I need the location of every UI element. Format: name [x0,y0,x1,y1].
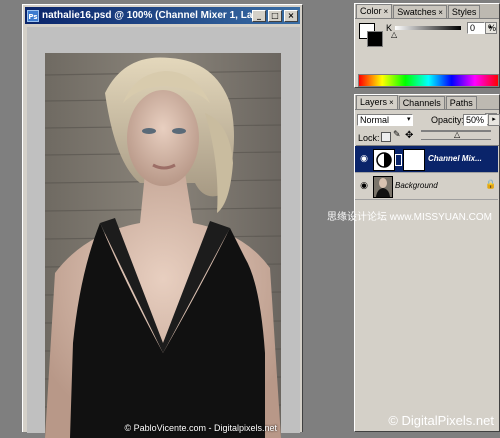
blend-mode-select[interactable]: Normal [357,114,413,126]
fill-slider[interactable] [421,139,491,140]
watermark: 思缘设计论坛 www.MISSYUAN.COM [326,212,492,223]
photoshop-doc-icon: Ps [27,9,39,22]
tab-channels[interactable]: Channels [398,96,445,109]
opacity-field[interactable]: 50% [463,114,487,126]
k-value-field[interactable]: 0 [467,22,485,34]
layer-thumb [373,176,393,198]
chevron-down-icon[interactable]: ▾ [407,115,411,123]
layers-panel: Layers× Channels Paths ▸ Normal ▾ Opacit… [354,94,500,432]
color-ramp[interactable] [358,74,499,87]
close-icon[interactable]: × [438,8,443,17]
opacity-arrow-icon[interactable]: ▸ [488,114,500,126]
adjustment-layer-thumb-icon [373,149,395,171]
visibility-eye-icon[interactable]: ◉ [357,179,371,193]
visibility-eye-icon[interactable]: ◉ [357,152,371,166]
color-panel-tabs: Color × Swatches × Styles [355,4,499,19]
tab-paths[interactable]: Paths [445,96,477,109]
background-color-swatch[interactable] [367,31,383,47]
maximize-button[interactable]: □ [268,9,282,22]
lock-icon: 🔒 [485,180,497,190]
portrait-photo[interactable]: © PabloVicente.com - Digitalpixels.net [45,53,281,438]
close-icon[interactable]: × [384,7,389,16]
layers-panel-tabs: Layers × Channels Paths [355,95,499,110]
lock-position-icon[interactable]: ✥ [405,130,413,141]
portrait-image [45,53,281,438]
tab-color[interactable]: Color × [356,4,393,18]
layer-mask-thumb[interactable] [403,149,425,171]
document-title-bar[interactable]: Ps nathalie16.psd @ 100% (Channel Mixer … [25,7,300,24]
layer-row-background[interactable]: ◉ Background 🔒 [355,173,498,200]
layer-name[interactable]: Channel Mix... [428,154,482,163]
lock-label: Lock: [358,133,380,143]
footer-credit: © DigitalPixels.net [388,413,494,428]
minimize-button[interactable]: _ [252,9,266,22]
document-title: nathalie16.psd @ 100% (Channel Mixer 1, … [42,10,252,21]
color-panel: Color × Swatches × Styles ▸ K △ 0 % [354,3,500,88]
tab-layers[interactable]: Layers × [356,95,398,109]
k-slider-track[interactable] [395,26,461,30]
percent-unit: % [488,23,497,33]
link-icon[interactable] [395,154,402,166]
close-icon[interactable]: × [389,98,394,107]
document-window: Ps nathalie16.psd @ 100% (Channel Mixer … [22,4,303,438]
close-button[interactable]: × [284,9,298,22]
layer-name[interactable]: Background [395,181,438,190]
tab-styles[interactable]: Styles [447,5,481,18]
opacity-label: Opacity: [431,115,465,125]
slider-triangle-icon[interactable]: △ [454,130,460,139]
canvas-area[interactable]: © PabloVicente.com - Digitalpixels.net [27,27,300,438]
slider-triangle-icon[interactable]: △ [391,30,397,39]
lock-transparency-icon[interactable] [381,132,391,142]
tab-swatches[interactable]: Swatches × [393,5,447,18]
lock-pixels-icon[interactable]: ✎ [393,130,401,140]
layer-row-channel-mixer[interactable]: ◉ Channel Mix... [355,146,498,173]
